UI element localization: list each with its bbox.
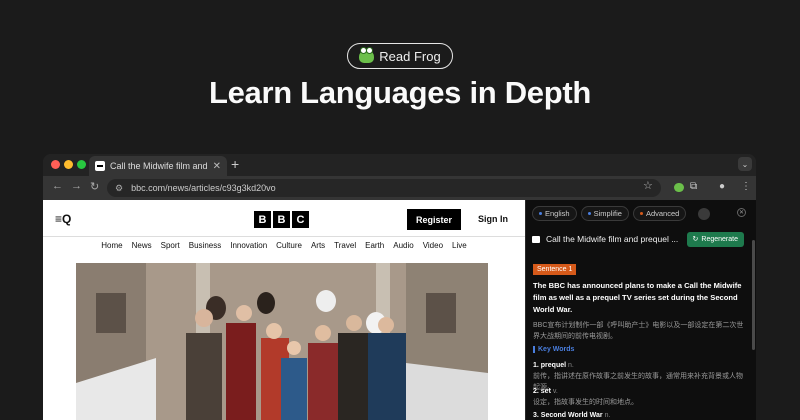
- hero-section: Read Frog Learn Languages in Depth: [0, 0, 800, 150]
- nav-item-travel[interactable]: Travel: [334, 241, 356, 254]
- bookmark-star-icon[interactable]: ☆: [643, 179, 653, 192]
- read-frog-badge[interactable]: Read Frog: [347, 43, 453, 69]
- extensions-puzzle-icon[interactable]: ⧉: [690, 181, 697, 192]
- browser-window: Call the Midwife film and pre ✕ + ⌄ ← → …: [43, 154, 756, 420]
- forward-arrow-icon[interactable]: →: [71, 180, 82, 192]
- more-menu-icon[interactable]: ⋮: [741, 181, 751, 192]
- sentence-tag: Sentence 1: [533, 264, 577, 275]
- article-photo: [76, 263, 488, 420]
- mode-label: Advanced: [645, 209, 680, 218]
- regenerate-button[interactable]: ↻ Regenerate: [686, 231, 744, 247]
- badge-label: Read Frog: [379, 48, 441, 64]
- key-word-definition: 设定，指故事发生的时间和地点。: [533, 399, 638, 406]
- source-sentence[interactable]: The BBC has announced plans to make a Ca…: [533, 280, 747, 316]
- read-frog-extension-icon[interactable]: [674, 183, 684, 192]
- refresh-icon: ↻: [692, 236, 699, 243]
- bbc-logo-letter: B: [273, 211, 290, 228]
- bbc-logo-letter: B: [254, 211, 271, 228]
- headline: Learn Languages in Depth: [208, 75, 592, 110]
- key-word-term: 2. set: [533, 388, 551, 395]
- minimize-window-button[interactable]: [64, 160, 73, 169]
- bbc-favicon-icon: [95, 161, 105, 171]
- back-arrow-icon[interactable]: ←: [52, 180, 63, 192]
- nav-item-culture[interactable]: Culture: [276, 241, 302, 254]
- maximize-window-button[interactable]: [77, 160, 86, 169]
- key-word-pos: v.: [552, 388, 558, 395]
- panel-scrollbar[interactable]: [752, 240, 755, 350]
- read-frog-panel: English Simplifie Advanced ✕ Call the Mi…: [525, 200, 756, 420]
- tab-close-icon[interactable]: ✕: [213, 161, 221, 172]
- nav-item-video[interactable]: Video: [423, 241, 443, 254]
- nav-item-sport[interactable]: Sport: [161, 241, 180, 254]
- level-mode-chip[interactable]: Advanced: [632, 206, 687, 221]
- mode-selector: English Simplifie Advanced: [532, 206, 687, 222]
- register-button[interactable]: Register: [407, 209, 461, 230]
- key-word-term: 3. Second World War: [533, 412, 603, 419]
- frog-icon: [359, 46, 375, 63]
- nav-item-business[interactable]: Business: [189, 241, 221, 254]
- language-mode-chip[interactable]: English: [532, 206, 577, 221]
- mode-label: English: [545, 209, 570, 218]
- bbc-webpage: ≡Q B B C Register Sign In Home News Spor…: [43, 200, 525, 420]
- article-header: Call the Midwife film and prequel ... ↻ …: [532, 229, 744, 249]
- nav-item-home[interactable]: Home: [101, 241, 122, 254]
- bbc-logo-letter: C: [292, 211, 309, 228]
- nav-item-news[interactable]: News: [132, 241, 152, 254]
- sign-in-link[interactable]: Sign In: [478, 214, 508, 224]
- article-icon: [532, 235, 540, 243]
- key-words-heading: Key Words: [533, 346, 574, 353]
- mode-label: Simplifie: [593, 209, 622, 218]
- reload-icon[interactable]: ↻: [90, 180, 99, 193]
- key-word-item[interactable]: 2. set v. 设定，指故事发生的时间和地点。: [533, 386, 747, 408]
- browser-toolbar: ← → ↻ ⚙ bbc.com/news/articles/c93g3kd20v…: [43, 176, 756, 200]
- close-window-button[interactable]: [51, 160, 60, 169]
- menu-search-icon[interactable]: ≡Q: [55, 212, 71, 226]
- panel-close-icon[interactable]: ✕: [737, 208, 746, 217]
- key-word-pos: n.: [604, 412, 611, 419]
- browser-tab[interactable]: Call the Midwife film and pre ✕: [89, 156, 227, 176]
- site-settings-icon[interactable]: ⚙: [115, 183, 123, 194]
- key-word-term: 1. prequel: [533, 362, 567, 369]
- new-tab-button[interactable]: +: [231, 156, 239, 172]
- mode-dot-icon: [639, 212, 643, 215]
- nav-item-arts[interactable]: Arts: [311, 241, 325, 254]
- key-word-item[interactable]: 3. Second World War n.: [533, 410, 747, 420]
- profile-icon[interactable]: ●: [719, 181, 725, 192]
- bbc-nav: Home News Sport Business Innovation Cult…: [43, 236, 525, 254]
- address-bar[interactable]: ⚙ bbc.com/news/articles/c93g3kd20vo: [107, 179, 661, 197]
- regenerate-label: Regenerate: [701, 235, 738, 243]
- tab-menu-chevron-icon[interactable]: ⌄: [738, 157, 752, 171]
- url-text: bbc.com/news/articles/c93g3kd20vo: [131, 183, 276, 193]
- nav-item-live[interactable]: Live: [452, 241, 467, 254]
- cast-photo-illustration: [76, 263, 488, 420]
- key-word-pos: n.: [568, 362, 574, 369]
- tab-title: Call the Midwife film and pre: [110, 161, 208, 171]
- nav-item-earth[interactable]: Earth: [365, 241, 384, 254]
- chinese-mode-chip[interactable]: Simplifie: [580, 206, 629, 221]
- article-title: Call the Midwife film and prequel ...: [546, 234, 679, 244]
- settings-icon[interactable]: [698, 208, 710, 220]
- bbc-logo[interactable]: B B C: [254, 211, 309, 228]
- tab-bar: Call the Midwife film and pre ✕ + ⌄: [43, 154, 756, 176]
- mode-dot-icon: [587, 212, 591, 215]
- nav-item-audio[interactable]: Audio: [393, 241, 413, 254]
- sentence-translation: BBC宣布计划制作一部《呼叫助产士》电影以及一部设定在第二次世界大战期间的前传电…: [533, 322, 744, 340]
- nav-item-innovation[interactable]: Innovation: [230, 241, 267, 254]
- mode-dot-icon: [539, 212, 542, 215]
